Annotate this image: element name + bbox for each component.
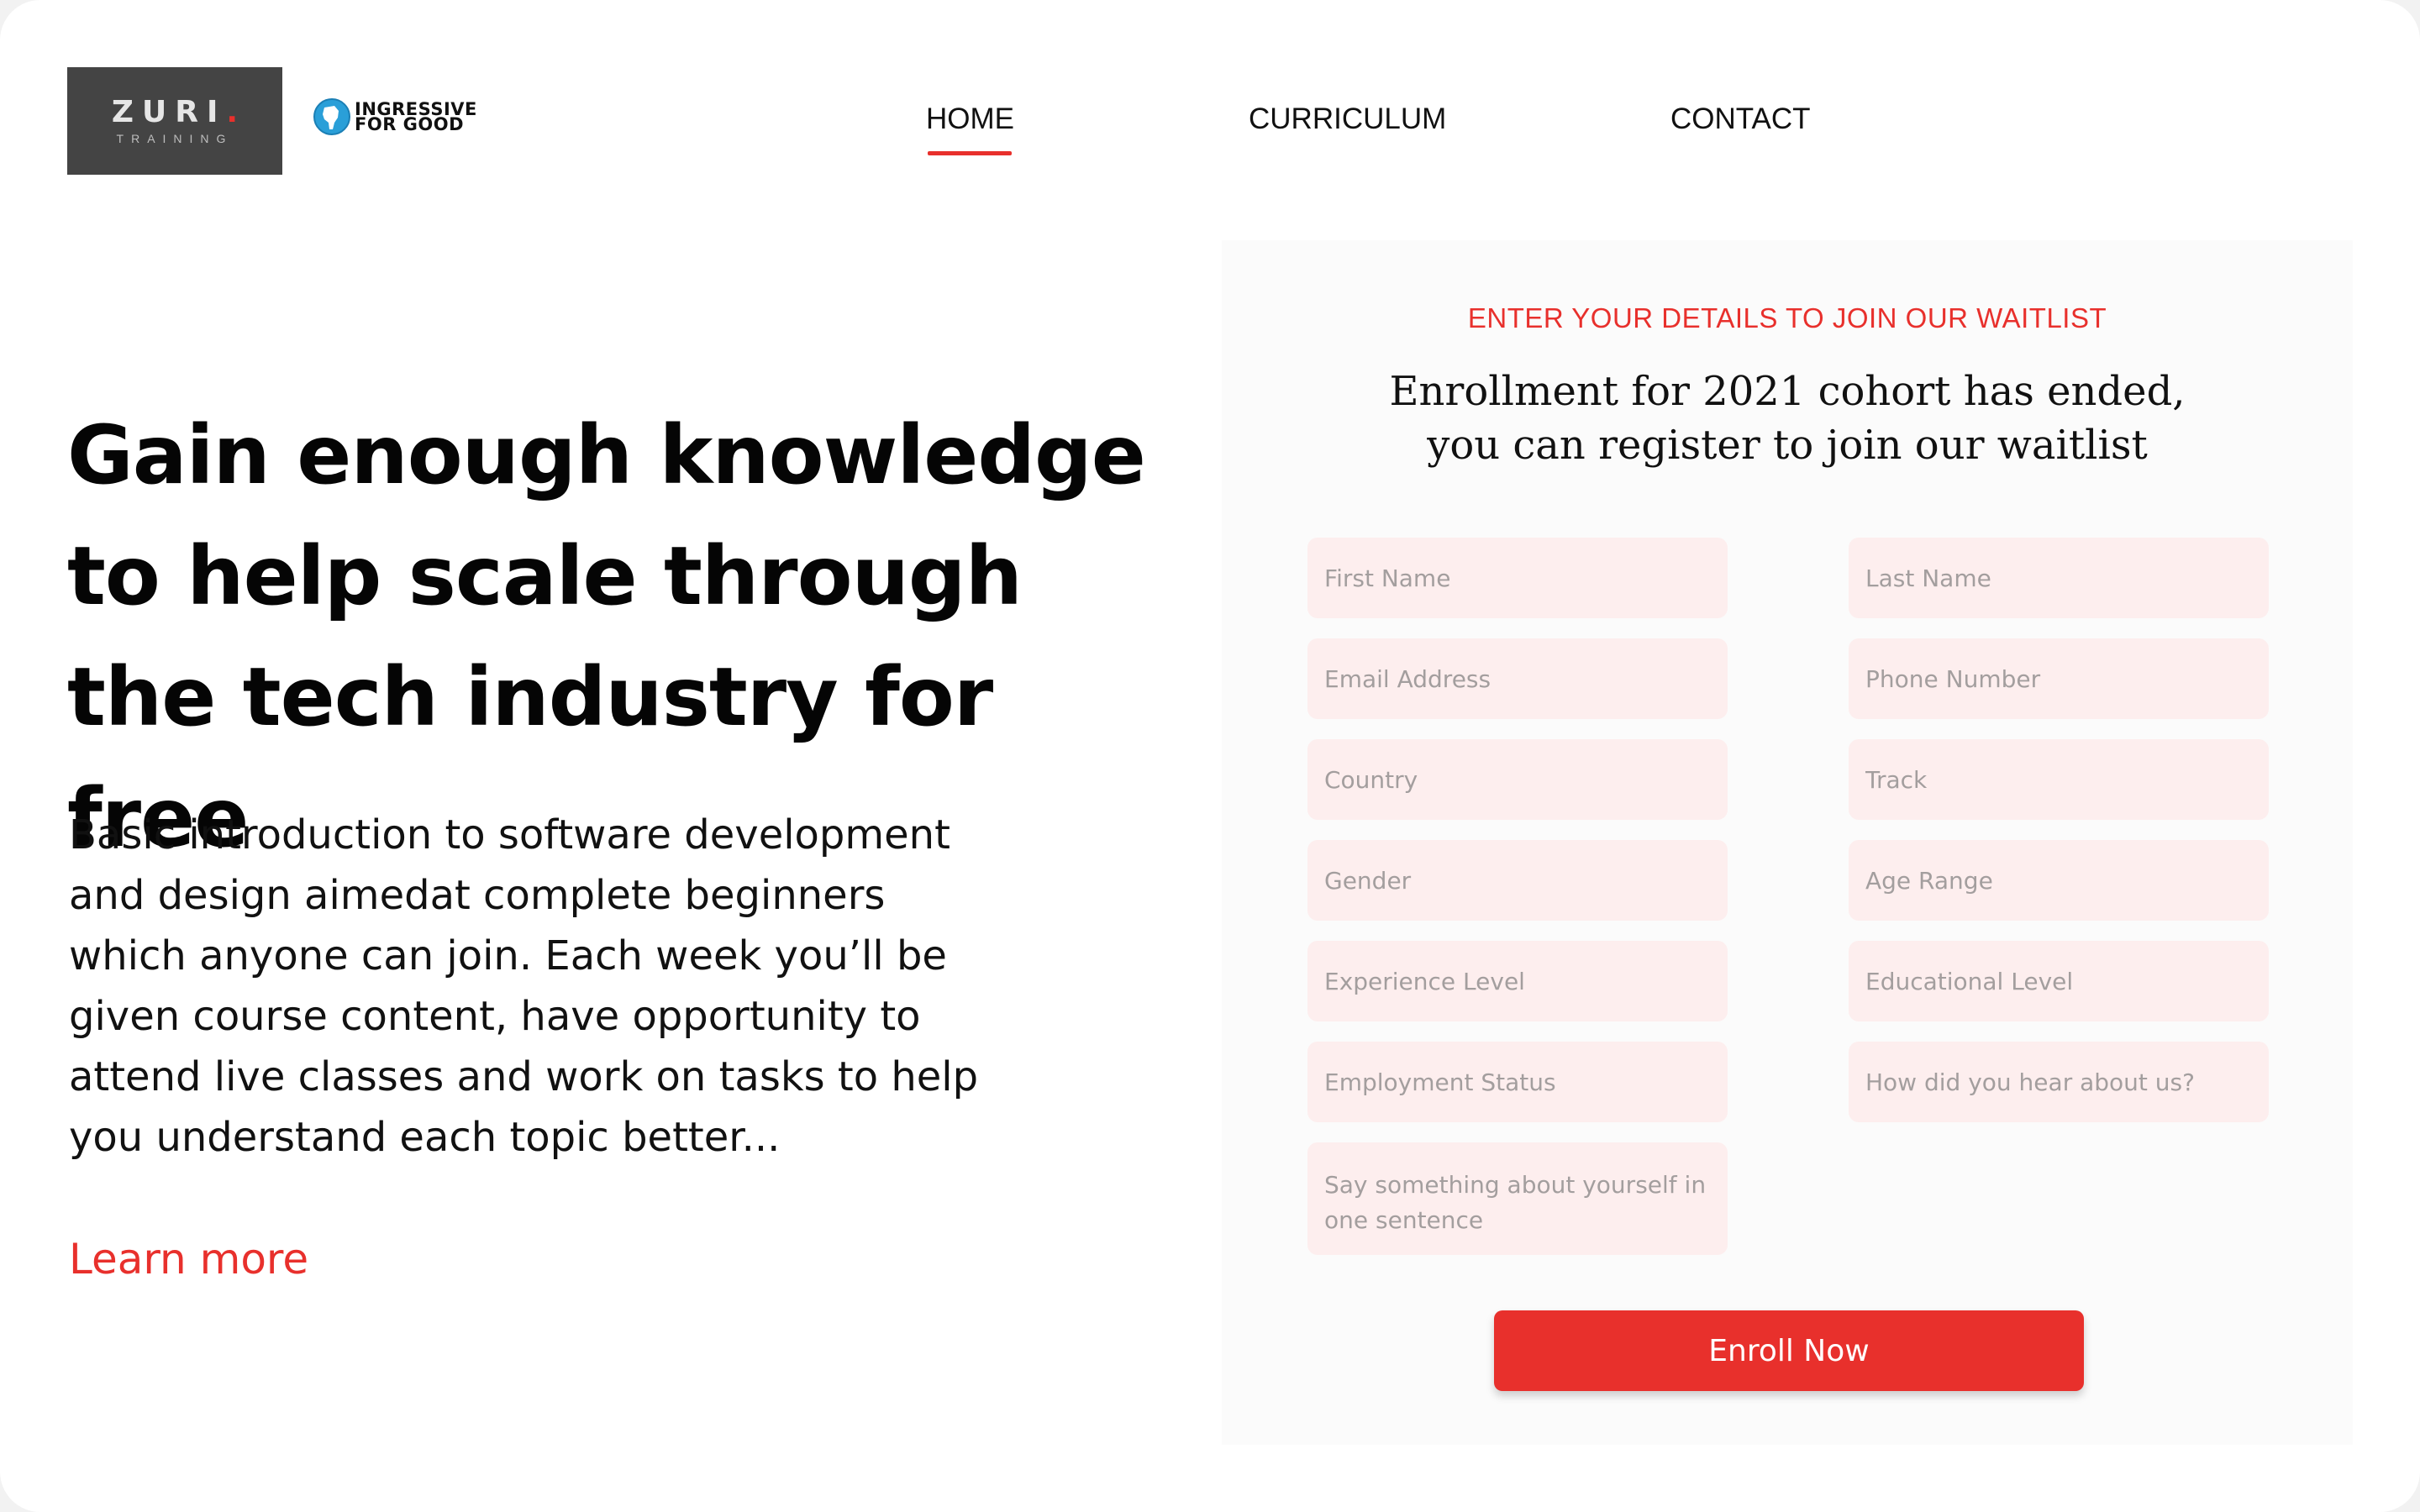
nav-contact[interactable]: CONTACT <box>1670 102 1811 136</box>
waitlist-form-panel: ENTER YOUR DETAILS TO JOIN OUR WAITLIST … <box>1222 240 2353 1445</box>
educational-level-input[interactable] <box>1849 941 2269 1021</box>
track-input[interactable] <box>1849 739 2269 820</box>
employment-status-input[interactable] <box>1307 1042 1728 1122</box>
learn-more-link[interactable]: Learn more <box>69 1235 308 1284</box>
about-yourself-textarea[interactable] <box>1307 1142 1728 1255</box>
main-nav: HOME CURRICULUM CONTACT <box>0 102 2420 161</box>
nav-active-indicator <box>928 151 1012 155</box>
enroll-now-button[interactable]: Enroll Now <box>1494 1310 2084 1391</box>
nav-curriculum[interactable]: CURRICULUM <box>1249 102 1446 136</box>
last-name-input[interactable] <box>1849 538 2269 618</box>
form-heading-line-2: you can register to join our waitlist <box>1427 422 2148 469</box>
experience-level-input[interactable] <box>1307 941 1728 1021</box>
phone-input[interactable] <box>1849 638 2269 719</box>
referral-source-input[interactable] <box>1849 1042 2269 1122</box>
nav-home[interactable]: HOME <box>926 102 1014 136</box>
form-eyebrow: ENTER YOUR DETAILS TO JOIN OUR WAITLIST <box>1467 302 2107 333</box>
country-input[interactable] <box>1307 739 1728 820</box>
hero-description: Basic introduction to software developme… <box>69 811 979 1161</box>
form-heading: Enrollment for 2021 cohort has ended, yo… <box>1222 365 2353 472</box>
gender-input[interactable] <box>1307 840 1728 921</box>
email-input[interactable] <box>1307 638 1728 719</box>
first-name-input[interactable] <box>1307 538 1728 618</box>
form-heading-line-1: Enrollment for 2021 cohort has ended, <box>1389 368 2186 415</box>
page: ZURI. TRAINING INGRESSIVE FOR GOOD HOME … <box>0 0 2420 1512</box>
age-range-input[interactable] <box>1849 840 2269 921</box>
